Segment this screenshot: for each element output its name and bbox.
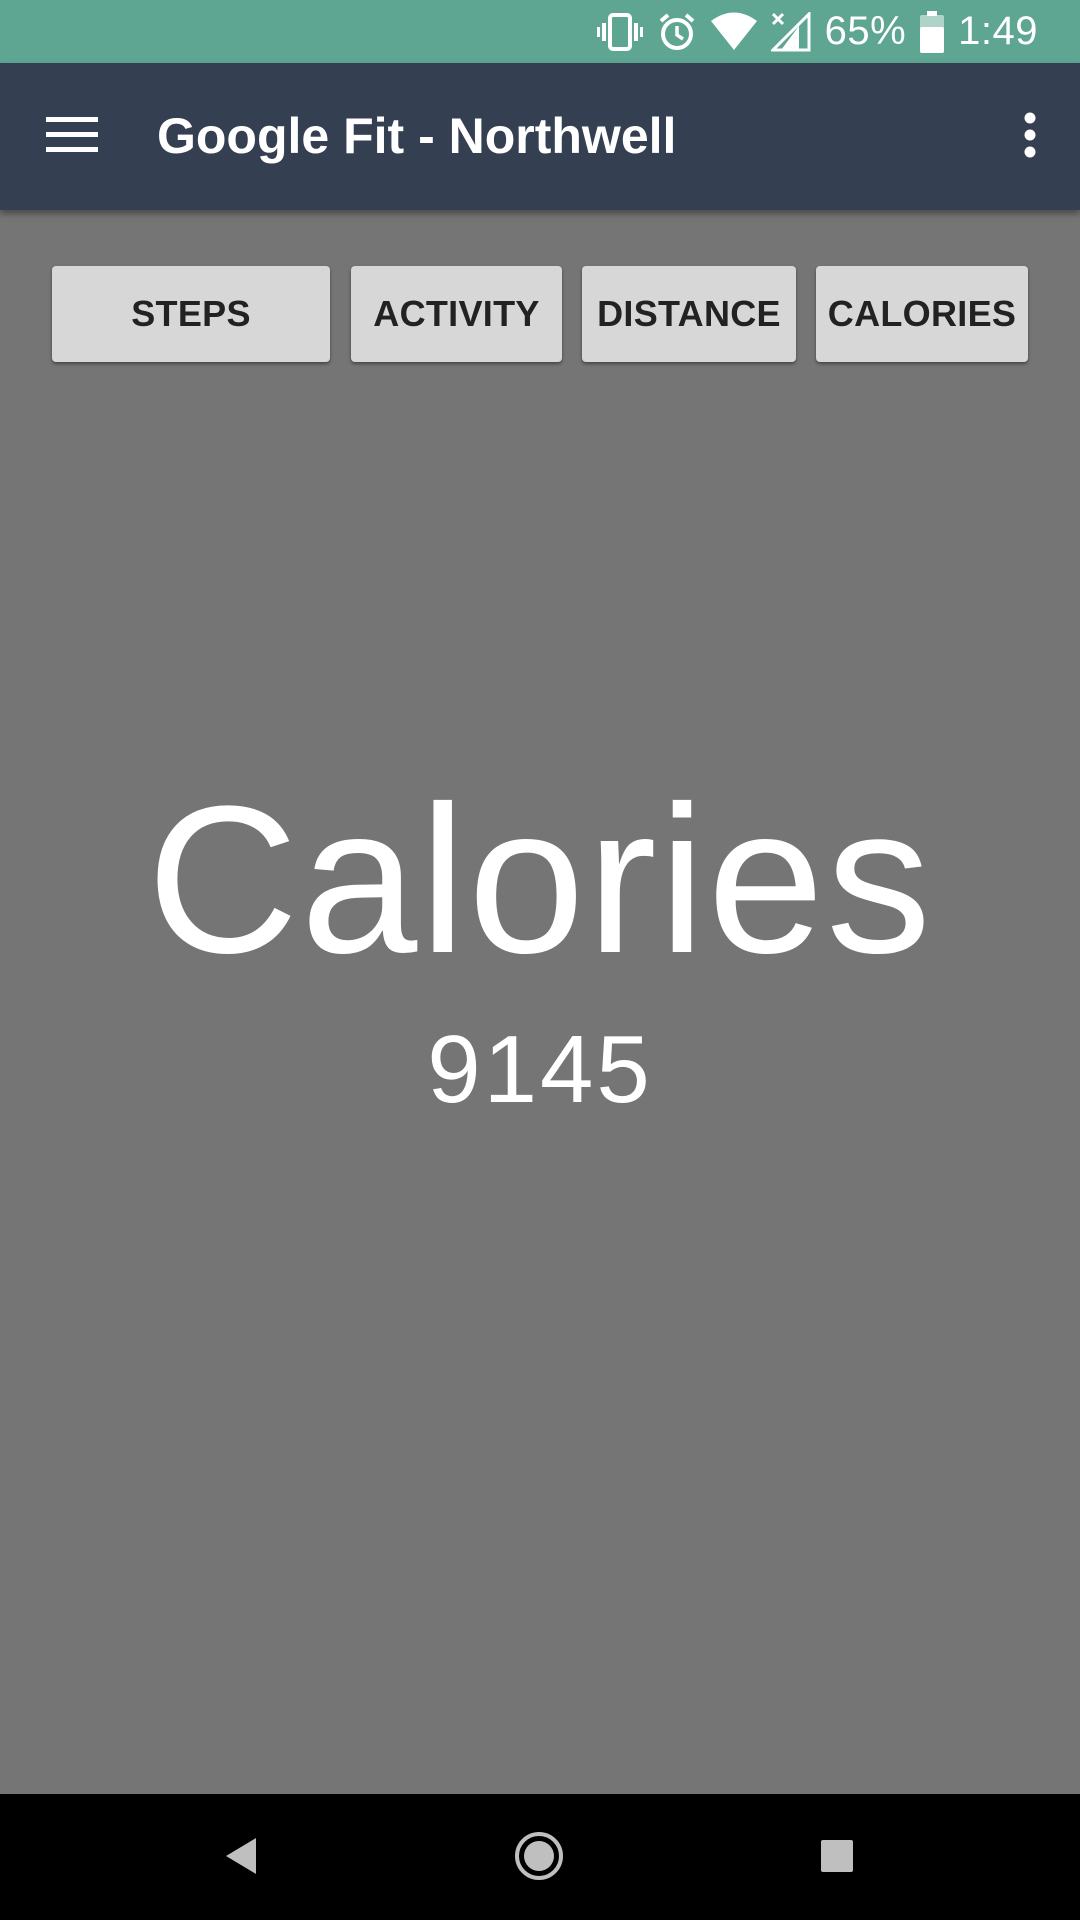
- status-bar: 65% 1:49: [0, 0, 1080, 63]
- menu-button[interactable]: [36, 101, 108, 173]
- overflow-menu-button[interactable]: [1000, 101, 1060, 173]
- wifi-icon: [710, 12, 757, 52]
- clock: 1:49: [958, 9, 1038, 53]
- distance-button[interactable]: DISTANCE: [582, 266, 796, 362]
- battery-percent: 65%: [824, 9, 907, 53]
- menu-icon: [46, 115, 98, 160]
- recents-icon: [819, 1838, 855, 1879]
- back-button[interactable]: [206, 1822, 278, 1894]
- metric-value: 9145: [427, 1016, 653, 1123]
- cell-signal-icon: [770, 11, 811, 52]
- app-title: Google Fit - Northwell: [157, 108, 677, 164]
- vibrate-icon: [596, 12, 643, 52]
- activity-button[interactable]: ACTIVITY: [351, 266, 562, 362]
- steps-button[interactable]: STEPS: [52, 266, 330, 362]
- app-bar: Google Fit - Northwell: [0, 63, 1080, 210]
- status-icons: 65% 1:49: [596, 0, 1038, 63]
- home-icon: [513, 1830, 565, 1887]
- back-icon: [222, 1835, 262, 1882]
- navigation-bar: [0, 1794, 1080, 1920]
- overflow-menu-icon: [1023, 112, 1037, 163]
- metric-title: Calories: [146, 762, 934, 997]
- home-button[interactable]: [503, 1822, 575, 1894]
- calories-button[interactable]: CALORIES: [816, 266, 1028, 362]
- battery-icon: [920, 10, 945, 53]
- alarm-icon: [657, 12, 697, 52]
- recents-button[interactable]: [801, 1822, 873, 1894]
